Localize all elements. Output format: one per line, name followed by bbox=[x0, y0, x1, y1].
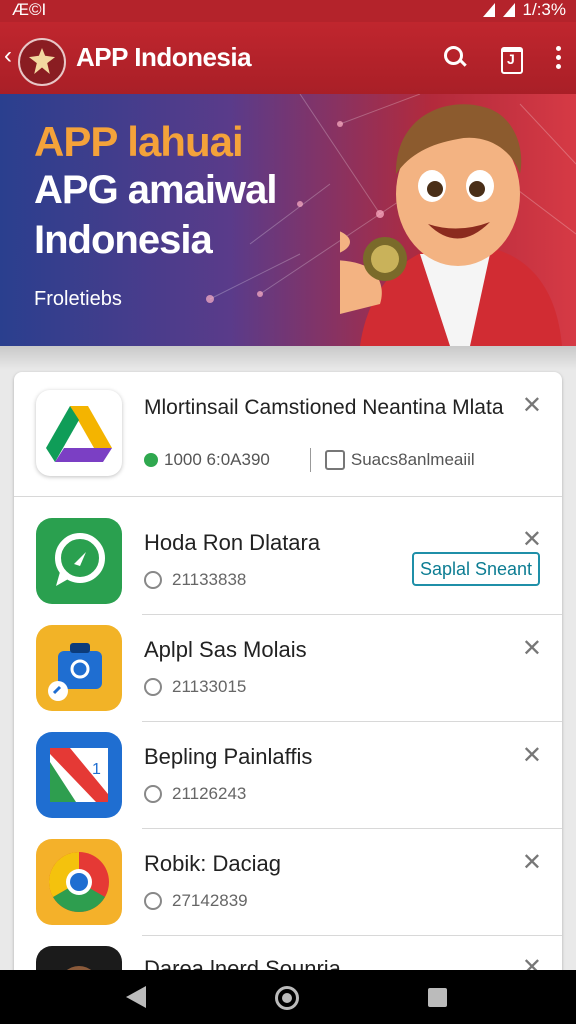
verified-icon bbox=[144, 453, 158, 467]
featured-app[interactable]: Mlortinsail Camstioned Neantina Mlata 10… bbox=[14, 372, 562, 497]
app-title: Bepling Painlaffis bbox=[144, 744, 313, 769]
back-icon[interactable] bbox=[126, 986, 146, 1008]
app-meta: 27142839 bbox=[144, 891, 248, 911]
close-icon[interactable]: ✕ bbox=[522, 528, 542, 552]
signal-icon bbox=[502, 3, 515, 17]
download-icon bbox=[144, 678, 162, 696]
app-box-icon bbox=[324, 450, 345, 470]
download-icon bbox=[144, 571, 162, 589]
hero-headline-3: Indonesia bbox=[34, 218, 213, 262]
hero-banner[interactable]: APP lahuai APG amaiwal Indonesia Froleti… bbox=[0, 94, 576, 346]
hero-headline-2: APG amaiwal bbox=[34, 168, 277, 212]
recent-apps-icon[interactable] bbox=[428, 988, 447, 1007]
svg-text:1: 1 bbox=[92, 761, 101, 778]
person-photo-icon bbox=[36, 946, 122, 972]
featured-action[interactable]: Suacs8anlmeaiil bbox=[351, 450, 475, 470]
app-bar: ‹ APP Indonesia bbox=[0, 22, 576, 94]
list-item[interactable]: Darea lnerd Sounria ✕ bbox=[14, 936, 562, 972]
app-logo bbox=[18, 38, 66, 86]
chrome-icon bbox=[36, 839, 122, 925]
app-meta: 21133015 bbox=[144, 677, 246, 697]
app-count: 21133015 bbox=[172, 677, 247, 696]
list-item[interactable]: Aplpl Sas Molais 21133015 ✕ bbox=[14, 615, 562, 722]
status-bar: Æ©I 1/:3% bbox=[0, 0, 576, 22]
app-meta: 21133838 bbox=[144, 570, 246, 590]
list-item[interactable]: 1 Bepling Painlaffis 21126243 ✕ bbox=[14, 722, 562, 829]
chat-bubble-icon bbox=[36, 518, 122, 604]
featured-title: Mlortinsail Camstioned Neantina Mlata bbox=[144, 396, 504, 419]
calendar-icon[interactable] bbox=[498, 44, 524, 74]
divider bbox=[309, 448, 311, 472]
more-vert-icon[interactable] bbox=[554, 44, 562, 70]
garuda-emblem-icon bbox=[29, 48, 55, 74]
back-chevron-icon[interactable]: ‹ bbox=[4, 44, 12, 68]
hero-subtitle: Froletiebs bbox=[34, 288, 122, 310]
wifi-icon bbox=[482, 3, 495, 17]
close-icon[interactable]: ✕ bbox=[522, 851, 542, 875]
app-title: APP Indonesia bbox=[76, 42, 252, 72]
featured-count: 1000 6:0A390 bbox=[164, 450, 270, 469]
close-icon[interactable]: ✕ bbox=[522, 394, 542, 418]
install-button[interactable]: Saplal Sneant bbox=[412, 552, 540, 586]
system-nav-bar bbox=[0, 970, 576, 1024]
app-title: Robik: Daciag bbox=[144, 851, 281, 876]
banner-shadow bbox=[0, 346, 576, 370]
list-item[interactable]: Hoda Ron Dlatara 21133838 Saplal Sneant … bbox=[14, 508, 562, 615]
download-icon bbox=[144, 892, 162, 910]
home-icon[interactable] bbox=[275, 986, 299, 1010]
app-list-card: Mlortinsail Camstioned Neantina Mlata 10… bbox=[14, 372, 562, 972]
app-title: Aplpl Sas Molais bbox=[144, 637, 307, 662]
search-icon[interactable] bbox=[442, 44, 468, 70]
app-count: 27142839 bbox=[172, 891, 248, 910]
app-title: Hoda Ron Dlatara bbox=[144, 530, 321, 555]
close-icon[interactable]: ✕ bbox=[522, 637, 542, 661]
google-drive-icon bbox=[36, 390, 122, 476]
calendar-app-icon: 1 bbox=[36, 732, 122, 818]
status-left-text: Æ©I bbox=[12, 0, 47, 19]
list-item[interactable]: Robik: Daciag 27142839 ✕ bbox=[14, 829, 562, 936]
hero-headline-1: APP lahuai bbox=[34, 118, 244, 165]
featured-meta: 1000 6:0A390 Suacs8anlmeaiil bbox=[144, 448, 475, 472]
status-right: 1/:3% bbox=[482, 0, 566, 20]
app-count: 21126243 bbox=[172, 784, 247, 803]
app-count: 21133838 bbox=[172, 570, 247, 589]
close-icon[interactable]: ✕ bbox=[522, 744, 542, 768]
app-meta: 21126243 bbox=[144, 784, 246, 804]
app-bar-actions bbox=[442, 44, 562, 74]
mascot-illustration bbox=[340, 104, 562, 346]
briefcase-icon bbox=[36, 625, 122, 711]
status-time: 1/:3% bbox=[522, 0, 566, 19]
download-icon bbox=[144, 785, 162, 803]
